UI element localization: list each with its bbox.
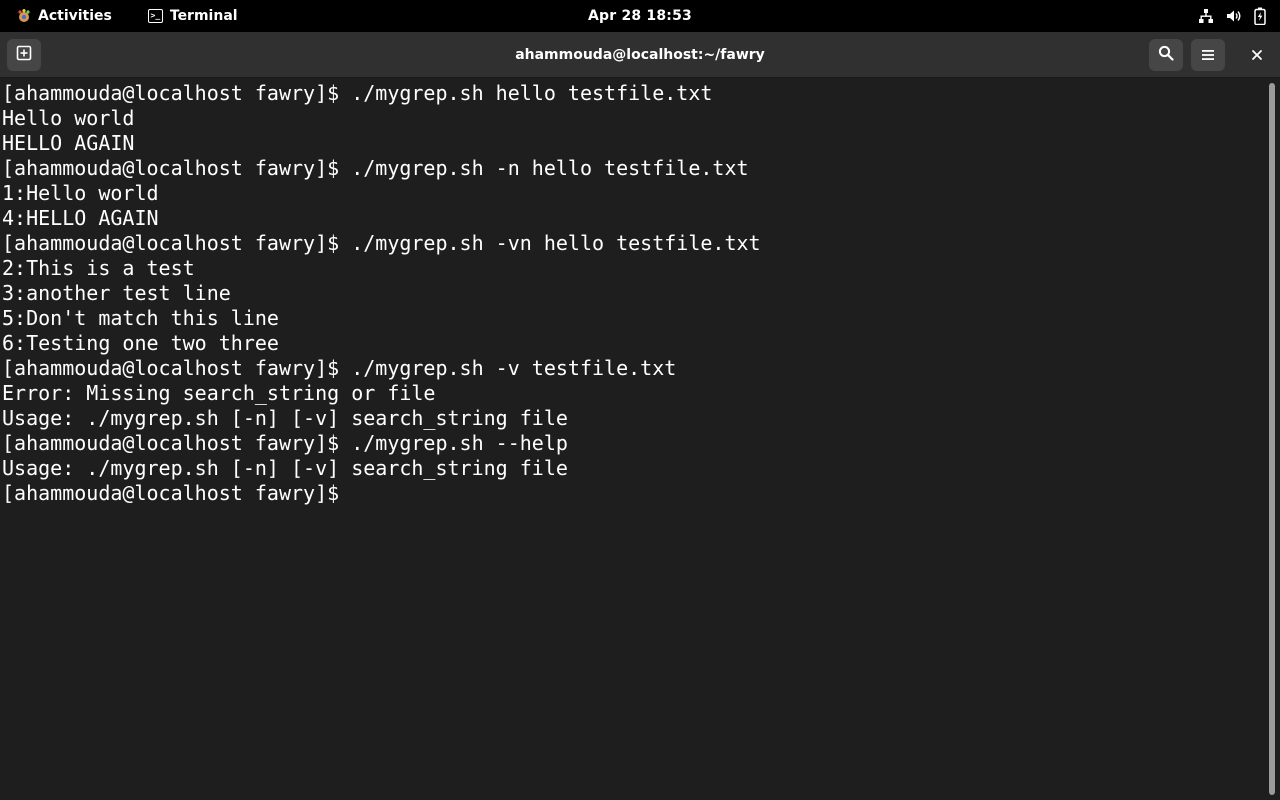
new-tab-button[interactable] xyxy=(7,39,41,71)
new-tab-icon xyxy=(16,45,32,65)
terminal-scrollbar[interactable] xyxy=(1264,79,1280,800)
terminal-icon: >_ xyxy=(147,9,163,23)
battery-icon[interactable] xyxy=(1254,7,1266,25)
app-menu-button[interactable]: >_ Terminal xyxy=(136,0,250,32)
terminal-line: Hello world xyxy=(2,106,135,130)
terminal-line: 3:another test line xyxy=(2,281,231,305)
terminal-line: [ahammouda@localhost fawry]$ ./mygrep.sh… xyxy=(2,81,713,105)
terminal-line: Usage: ./mygrep.sh [-n] [-v] search_stri… xyxy=(2,456,568,480)
close-icon xyxy=(1251,46,1263,65)
activities-button[interactable]: Activities xyxy=(0,0,124,32)
hamburger-menu-icon xyxy=(1201,46,1215,65)
search-icon xyxy=(1158,45,1174,65)
main-menu-button[interactable] xyxy=(1191,39,1225,71)
activities-label: Activities xyxy=(38,8,112,24)
terminal-line: 6:Testing one two three xyxy=(2,331,279,355)
window-title: ahammouda@localhost:~/fawry xyxy=(515,47,765,63)
terminal-line: [ahammouda@localhost fawry]$ ./mygrep.sh… xyxy=(2,231,761,255)
terminal-prompt-line[interactable]: [ahammouda@localhost fawry]$ xyxy=(2,481,1264,506)
app-menu-label: Terminal xyxy=(169,8,238,24)
top-bar: Activities >_ Terminal Apr 28 18:53 xyxy=(0,0,1280,32)
terminal-line: [ahammouda@localhost fawry]$ ./mygrep.sh… xyxy=(2,431,568,455)
terminal-line: Error: Missing search_string or file xyxy=(2,381,436,405)
terminal-line: 4:HELLO AGAIN xyxy=(2,206,159,230)
terminal-prompt: [ahammouda@localhost fawry]$ xyxy=(2,481,352,505)
search-button[interactable] xyxy=(1149,39,1183,71)
volume-icon[interactable] xyxy=(1226,8,1242,24)
network-icon[interactable] xyxy=(1198,8,1214,24)
scrollbar-thumb[interactable] xyxy=(1269,83,1275,795)
terminal-line: 1:Hello world xyxy=(2,181,159,205)
terminal-line: [ahammouda@localhost fawry]$ ./mygrep.sh… xyxy=(2,356,677,380)
terminal-line: 2:This is a test xyxy=(2,256,195,280)
close-button[interactable] xyxy=(1240,39,1274,71)
gnome-logo-icon xyxy=(16,8,32,24)
terminal-window: ahammouda@localhost:~/fawry [ahammouda@l… xyxy=(0,32,1280,800)
system-tray[interactable] xyxy=(1198,0,1266,32)
terminal-line: HELLO AGAIN xyxy=(2,131,135,155)
terminal-line: Usage: ./mygrep.sh [-n] [-v] search_stri… xyxy=(2,406,568,430)
terminal-output[interactable]: [ahammouda@localhost fawry]$ ./mygrep.sh… xyxy=(0,79,1264,800)
header-bar[interactable]: ahammouda@localhost:~/fawry xyxy=(0,32,1280,78)
terminal-line: 5:Don't match this line xyxy=(2,306,279,330)
terminal-line: [ahammouda@localhost fawry]$ ./mygrep.sh… xyxy=(2,156,749,180)
